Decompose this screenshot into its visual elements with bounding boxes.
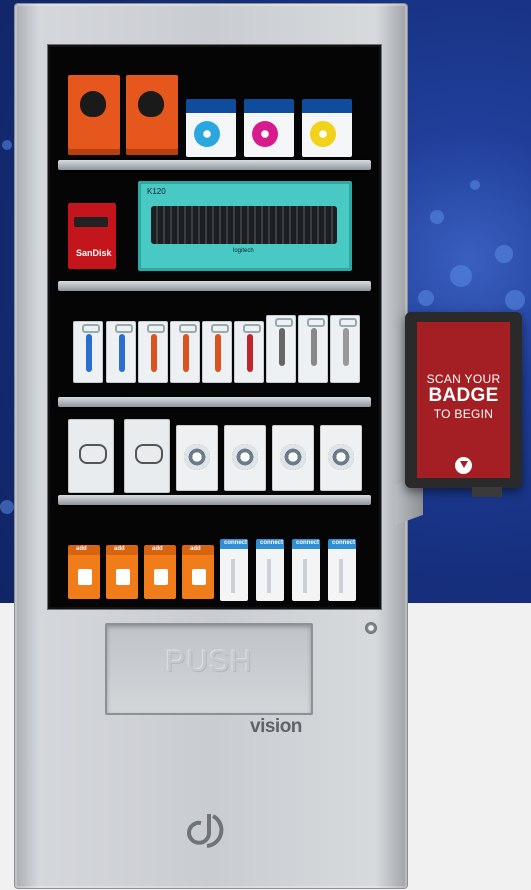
arrow-down-circle-icon[interactable] [455, 457, 472, 474]
push-door[interactable]: PUSH [105, 623, 313, 715]
earbuds-package[interactable] [106, 321, 136, 383]
cable-package[interactable] [124, 419, 170, 493]
phone-grip-package[interactable] [320, 425, 362, 491]
earbuds-package[interactable] [202, 321, 232, 383]
keyboard-brand: logitech [233, 248, 254, 254]
bokeh-dot [495, 245, 513, 263]
badge-screen[interactable]: SCAN YOUR BADGE TO BEGIN [417, 322, 510, 478]
scan-line-3: TO BEGIN [433, 407, 494, 421]
ink-cartridge-magenta[interactable] [244, 99, 294, 157]
cable-package[interactable] [68, 419, 114, 493]
bokeh-dot [0, 500, 14, 514]
shelf [58, 281, 371, 291]
cable-package-connect[interactable]: connect [292, 539, 320, 601]
cable-package-connect[interactable]: connect [220, 539, 248, 601]
brand-label: vision [250, 716, 302, 737]
mouse-package[interactable] [68, 75, 120, 155]
usb-drive-package[interactable]: SanDisk [68, 203, 116, 269]
bokeh-dot [450, 265, 472, 287]
charger-package-orange[interactable]: add [68, 545, 100, 599]
charger-package-orange[interactable]: add [144, 545, 176, 599]
cable-package-connect[interactable]: connect [328, 539, 356, 601]
scan-line-2: BADGE [428, 385, 499, 406]
bokeh-dot [418, 290, 434, 306]
phone-grip-package[interactable] [272, 425, 314, 491]
lock-icon [365, 622, 377, 634]
company-logo-icon [187, 814, 224, 848]
keyboard-model: K120 [147, 187, 166, 196]
charger-package-orange[interactable]: add [182, 545, 214, 599]
earbuds-package[interactable] [138, 321, 168, 383]
ink-cartridge-yellow[interactable] [302, 99, 352, 157]
bokeh-dot [430, 210, 444, 224]
mouse-package[interactable] [126, 75, 178, 155]
badge-reader-base [472, 487, 502, 497]
earbuds-package[interactable] [73, 321, 103, 383]
charger-package-orange[interactable]: add [106, 545, 138, 599]
badge-reader-tablet: SCAN YOUR BADGE TO BEGIN [405, 312, 522, 488]
shelf [58, 495, 371, 505]
earbuds-package[interactable] [266, 315, 296, 383]
bokeh-dot [2, 140, 12, 150]
push-label: PUSH [165, 645, 253, 678]
bokeh-dot [505, 290, 525, 310]
earbuds-package[interactable] [330, 315, 360, 383]
phone-grip-package[interactable] [176, 425, 218, 491]
phone-grip-package[interactable] [224, 425, 266, 491]
usb-brand: SanDisk [76, 248, 112, 258]
earbuds-package[interactable] [298, 315, 328, 383]
keyboard-image [151, 206, 337, 244]
ink-cartridge-cyan[interactable] [186, 99, 236, 157]
shelf [58, 160, 371, 170]
bokeh-dot [470, 180, 480, 190]
earbuds-package[interactable] [234, 321, 264, 383]
scan-line-1: SCAN YOUR [426, 372, 501, 386]
cable-package-connect[interactable]: connect [256, 539, 284, 601]
shelf [58, 397, 371, 407]
earbuds-package[interactable] [170, 321, 200, 383]
vending-machine: SanDisk K120 logitech add add add add co… [15, 4, 407, 888]
product-window: SanDisk K120 logitech add add add add co… [48, 45, 381, 609]
keyboard-box[interactable]: K120 logitech [138, 181, 352, 271]
